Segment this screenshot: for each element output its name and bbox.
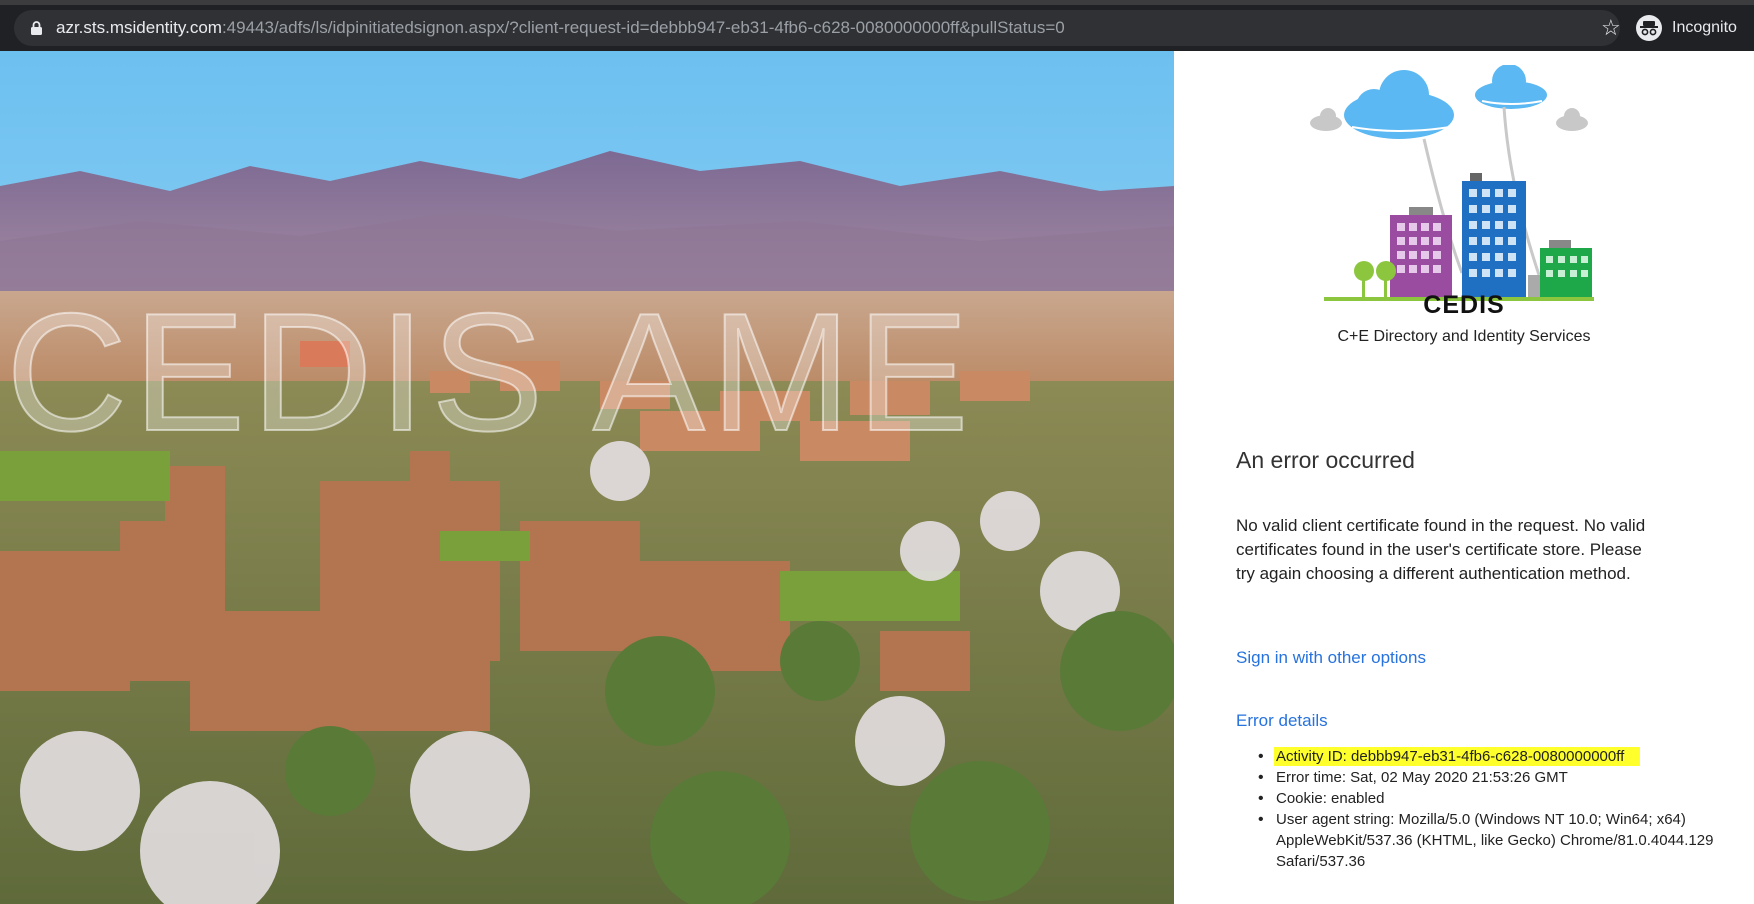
url-text[interactable]: azr.sts.msidentity.com:49443/adfs/ls/idp… [56,10,1065,46]
detail-user-agent: User agent string: Mozilla/5.0 (Windows … [1258,809,1736,872]
signin-panel: CEDIS C+E Directory and Identity Service… [1174,51,1754,904]
incognito-label: Incognito [1672,19,1737,36]
incognito-indicator[interactable]: Incognito [1636,11,1737,45]
incognito-icon [1636,15,1662,41]
background-landscape-image: CEDIS AME [0,51,1174,904]
sign-in-other-options-link[interactable]: Sign in with other options [1236,648,1426,668]
detail-error-time: Error time: Sat, 02 May 2020 21:53:26 GM… [1258,767,1736,788]
detail-cookie: Cookie: enabled [1258,788,1736,809]
logo-title: CEDIS [1423,291,1505,319]
browser-toolbar: azr.sts.msidentity.com:49443/adfs/ls/idp… [0,5,1754,51]
activity-id-highlight: Activity ID: debbb947-eb31-4fb6-c628-008… [1274,747,1641,766]
url-path: :49443/adfs/ls/idpinitiatedsignon.aspx/?… [221,18,1065,37]
bookmark-star-icon[interactable]: ☆ [1601,17,1621,39]
cedis-logo [1310,65,1594,301]
error-details-link[interactable]: Error details [1236,711,1328,731]
error-details-list: Activity ID: debbb947-eb31-4fb6-c628-008… [1236,746,1736,872]
error-title: An error occurred [1236,447,1415,473]
url-host: azr.sts.msidentity.com [56,18,222,37]
detail-activity-id: Activity ID: debbb947-eb31-4fb6-c628-008… [1258,746,1736,767]
lock-icon[interactable] [30,21,43,35]
logo-subtitle: C+E Directory and Identity Services [1337,328,1591,345]
address-bar[interactable]: azr.sts.msidentity.com:49443/adfs/ls/idp… [14,10,1621,46]
error-message: No valid client certificate found in the… [1236,516,1646,583]
watermark-text: CEDIS AME [5,277,975,467]
